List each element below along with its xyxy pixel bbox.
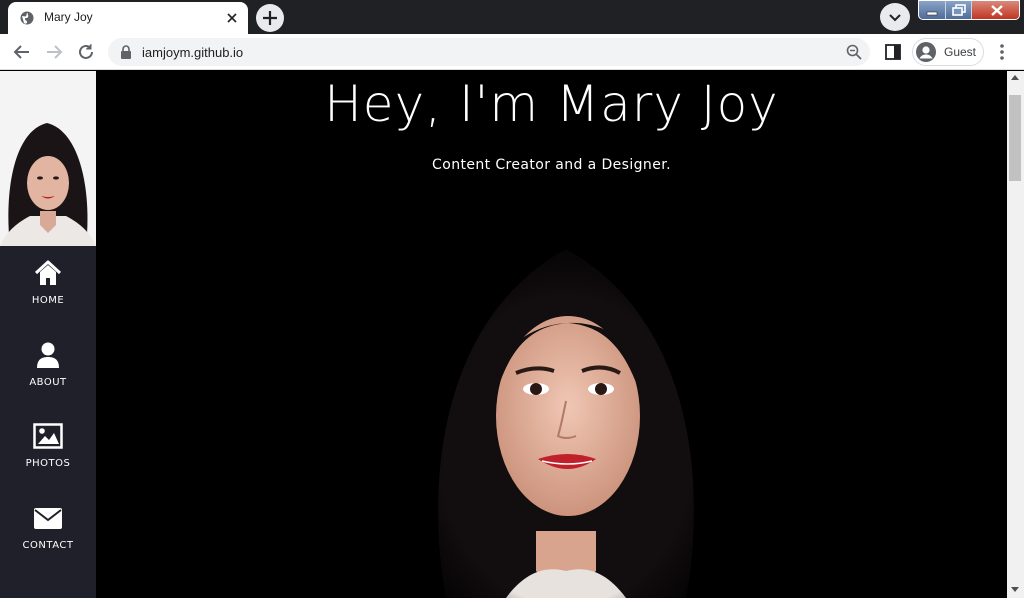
- browser-tab[interactable]: Mary Joy: [8, 2, 248, 34]
- sidebar-item-home[interactable]: HOME: [0, 246, 96, 326]
- restore-icon: [952, 4, 966, 16]
- home-icon: [34, 260, 62, 285]
- sidebar-item-photos[interactable]: PHOTOS: [0, 409, 96, 489]
- scroll-thumb[interactable]: [1009, 95, 1021, 181]
- page-subtitle: Content Creator and a Designer.: [432, 157, 671, 173]
- new-tab-button[interactable]: [256, 4, 284, 32]
- minimize-button[interactable]: [919, 1, 945, 19]
- globe-icon: [20, 11, 34, 25]
- tab-title: Mary Joy: [44, 10, 93, 24]
- scroll-up-arrow-icon[interactable]: [1011, 75, 1019, 80]
- page-title: Hey, I'm Mary Joy: [324, 75, 779, 133]
- side-panel-icon[interactable]: [884, 43, 902, 61]
- close-window-button[interactable]: [971, 1, 1019, 19]
- tab-strip: Mary Joy: [0, 0, 1024, 34]
- sidebar-item-label: PHOTOS: [25, 458, 71, 469]
- profile-photo: [0, 71, 96, 246]
- zoom-icon[interactable]: [846, 44, 862, 60]
- vertical-scrollbar[interactable]: [1007, 71, 1024, 598]
- close-icon: [991, 5, 1003, 16]
- reload-icon[interactable]: [74, 40, 98, 64]
- scroll-down-arrow-icon[interactable]: [1011, 587, 1019, 592]
- maximize-button[interactable]: [945, 1, 971, 19]
- kebab-menu-icon[interactable]: [994, 42, 1010, 62]
- envelope-icon: [34, 508, 62, 529]
- profile-button[interactable]: Guest: [912, 38, 984, 66]
- window-controls: [918, 0, 1020, 20]
- page-viewport: HOME ABOUT PHOTOS CONTACT Hey, I'm Mary …: [0, 71, 1007, 598]
- minimize-icon: [926, 11, 938, 16]
- sidebar-item-about[interactable]: ABOUT: [0, 328, 96, 408]
- user-icon: [37, 342, 59, 368]
- sidebar-item-label: HOME: [31, 295, 65, 306]
- image-icon: [33, 423, 63, 449]
- hero-section: Hey, I'm Mary Joy Content Creator and a …: [96, 71, 1007, 598]
- plus-icon: [263, 11, 277, 25]
- tab-search-button[interactable]: [880, 3, 910, 31]
- back-arrow-icon[interactable]: [10, 40, 34, 64]
- forward-arrow-icon[interactable]: [42, 40, 66, 64]
- sidebar-item-label: CONTACT: [22, 540, 74, 551]
- profile-label: Guest: [944, 45, 977, 59]
- hero-portrait: [416, 231, 716, 598]
- lock-icon[interactable]: [120, 45, 132, 59]
- avatar-icon: [916, 42, 936, 62]
- sidebar-item-contact[interactable]: CONTACT: [0, 491, 96, 571]
- close-tab-icon[interactable]: [224, 10, 240, 26]
- chevron-down-icon: [889, 14, 901, 22]
- browser-toolbar: iamjoym.github.io Guest: [0, 34, 1024, 70]
- url-text[interactable]: iamjoym.github.io: [142, 45, 243, 60]
- sidebar-item-label: ABOUT: [29, 377, 67, 388]
- address-bar[interactable]: iamjoym.github.io: [108, 38, 870, 66]
- sidebar: HOME ABOUT PHOTOS CONTACT: [0, 71, 96, 598]
